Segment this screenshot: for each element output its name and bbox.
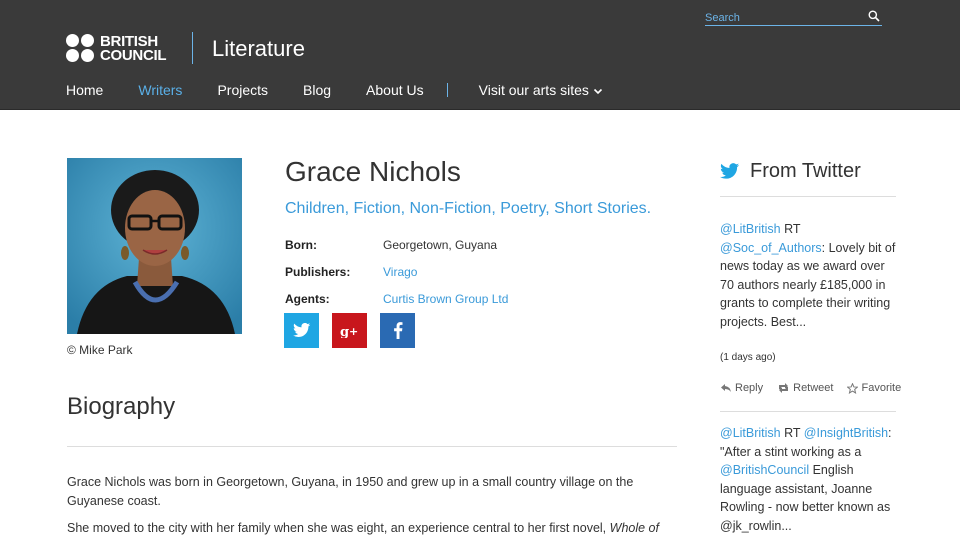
favorite-label: Favorite xyxy=(861,382,902,394)
tweet-actions: Reply Retweet Favorite xyxy=(720,382,915,394)
nav-projects[interactable]: Projects xyxy=(217,82,268,98)
facebook-icon xyxy=(393,322,402,339)
fact-label: Publishers: xyxy=(285,264,351,279)
search-icon[interactable] xyxy=(868,10,880,22)
fact-born: Born: Georgetown, Guyana xyxy=(285,231,508,258)
tweet-mention-link[interactable]: @Soc_of_Authors xyxy=(720,241,822,255)
site-title[interactable]: Literature xyxy=(212,36,305,62)
reply-icon xyxy=(721,384,731,392)
british-council-logo[interactable]: BRITISH COUNCIL xyxy=(66,33,170,65)
author-facts: Born: Georgetown, Guyana Publishers: Vir… xyxy=(285,231,508,312)
site-header: BRITISH COUNCIL Literature Home Writers … xyxy=(0,0,960,110)
tweet-user-link[interactable]: @LitBritish xyxy=(720,222,781,236)
google-plus-icon: g + xyxy=(340,325,358,338)
tweet-user-link[interactable]: @LitBritish xyxy=(720,426,781,440)
search-input[interactable] xyxy=(705,10,855,24)
twitter-heading: From Twitter xyxy=(750,160,861,182)
fact-publishers: Publishers: Virago xyxy=(285,258,508,285)
tweet-timestamp: (1 days ago) xyxy=(720,352,776,363)
fact-value: Georgetown, Guyana xyxy=(383,237,498,252)
twitter-bird-icon xyxy=(720,163,740,179)
publisher-link[interactable]: Virago xyxy=(383,265,417,279)
nav-visit-arts-sites-label: Visit our arts sites xyxy=(478,82,589,98)
genre-link-children[interactable]: Children xyxy=(285,200,345,217)
genre-links: Children, Fiction, Non-Fiction, Poetry, … xyxy=(285,200,652,217)
tweet-rt: RT xyxy=(780,426,804,440)
agent-link[interactable]: Curtis Brown Group Ltd xyxy=(383,292,508,306)
bio-paragraph-1: Grace Nichols was born in Georgetown, Gu… xyxy=(67,475,634,508)
reply-button[interactable]: Reply xyxy=(720,382,763,394)
bio-paragraph-2: She moved to the city with her family wh… xyxy=(67,519,679,538)
retweet-icon xyxy=(779,383,789,393)
genre-link-fiction[interactable]: Fiction xyxy=(353,200,400,217)
retweet-button[interactable]: Retweet xyxy=(777,382,833,394)
nav-visit-arts-sites[interactable]: Visit our arts sites xyxy=(479,82,603,98)
logo-line-2: COUNCIL xyxy=(100,47,167,64)
svg-text:g: g xyxy=(340,325,349,338)
nav-about-us[interactable]: About Us xyxy=(366,82,424,98)
search-box xyxy=(705,8,882,26)
tweet-rt: RT xyxy=(780,222,801,236)
svg-text:+: + xyxy=(349,325,358,338)
logo-dots-icon xyxy=(66,34,96,64)
social-share: g + xyxy=(284,313,428,348)
nav-separator xyxy=(446,83,448,97)
twitter-divider xyxy=(720,411,896,412)
nav-writers[interactable]: Writers xyxy=(138,82,182,98)
fact-agents: Agents: Curtis Brown Group Ltd xyxy=(285,285,508,312)
twitter-widget-header: From Twitter xyxy=(720,160,861,183)
header-divider xyxy=(192,32,193,64)
fact-label: Born: xyxy=(285,237,317,252)
author-photo xyxy=(67,158,242,334)
reply-label: Reply xyxy=(735,382,764,394)
nav-home[interactable]: Home xyxy=(66,82,103,98)
chevron-down-icon xyxy=(593,89,602,95)
retweet-label: Retweet xyxy=(793,382,834,394)
twitter-share-button[interactable] xyxy=(284,313,319,348)
fact-label: Agents: xyxy=(285,291,330,306)
genre-link-non-fiction[interactable]: Non-Fiction xyxy=(410,200,492,217)
genre-link-short-stories[interactable]: Short Stories xyxy=(554,200,646,217)
main-nav: Home Writers Projects Blog About Us Visi… xyxy=(66,80,638,100)
tweet-mention-link[interactable]: @InsightBritish xyxy=(804,426,888,440)
nav-blog[interactable]: Blog xyxy=(303,82,331,98)
tweet-1: @LitBritish RT @Soc_of_Authors: Lovely b… xyxy=(720,220,896,331)
genre-link-poetry[interactable]: Poetry xyxy=(500,200,545,217)
tweet-2: @LitBritish RT @InsightBritish: "After a… xyxy=(720,424,896,535)
author-name: Grace Nichols xyxy=(285,156,461,187)
tweet-mention-link-2[interactable]: @BritishCouncil xyxy=(720,463,809,477)
star-icon xyxy=(847,382,859,394)
twitter-divider xyxy=(720,196,896,197)
twitter-bird-icon xyxy=(292,323,310,337)
book-title: Whole of xyxy=(609,521,659,535)
photo-caption: © Mike Park xyxy=(67,343,133,357)
favorite-button[interactable]: Favorite xyxy=(847,382,901,394)
biography-text: Grace Nichols was born in Georgetown, Gu… xyxy=(67,473,679,540)
facebook-share-button[interactable] xyxy=(380,313,415,348)
bio-paragraph-2-text: She moved to the city with her family wh… xyxy=(67,521,610,535)
biography-heading: Biography xyxy=(67,393,176,420)
section-divider xyxy=(67,446,677,447)
google-plus-share-button[interactable]: g + xyxy=(332,313,367,348)
